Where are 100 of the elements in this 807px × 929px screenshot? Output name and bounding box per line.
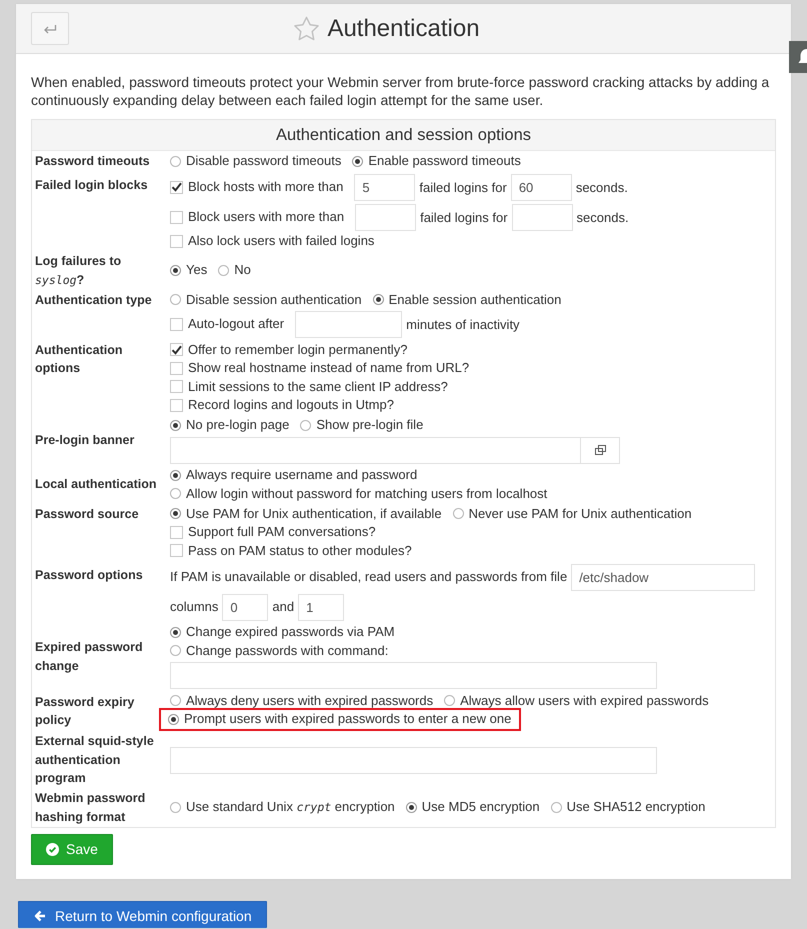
checkbox[interactable] <box>170 398 183 412</box>
checkbox[interactable] <box>170 544 183 558</box>
text-field[interactable]: 1 <box>298 594 344 620</box>
radio-option[interactable]: Prompt users with expired passwords to enter a new one <box>168 710 512 728</box>
radio-button[interactable] <box>406 802 417 813</box>
radio-button[interactable] <box>372 294 384 306</box>
inline-text: seconds. <box>576 180 628 194</box>
field-label: Webmin password hashing format <box>34 790 146 826</box>
radio-option[interactable]: Enable password timeouts <box>352 152 521 170</box>
return-button[interactable]: Return to Webmin configuration <box>18 900 267 928</box>
text-field[interactable] <box>170 436 581 464</box>
radio-button[interactable] <box>550 802 562 813</box>
field-label: Expired password change <box>34 639 144 675</box>
radio-option[interactable]: Use standard Unix crypt encryption <box>170 798 395 817</box>
text-field[interactable]: 5 <box>354 174 416 201</box>
radio-button[interactable] <box>168 714 179 725</box>
radio-option[interactable]: Show pre-login file <box>300 416 424 434</box>
radio-button[interactable] <box>170 626 181 638</box>
checkbox-option[interactable]: Limit sessions to the same client IP address? <box>170 378 448 396</box>
checkbox[interactable] <box>170 380 183 394</box>
radio-option[interactable]: Disable password timeouts <box>170 152 342 170</box>
checkbox-option[interactable]: Auto-logout after <box>170 314 284 334</box>
radio-button[interactable] <box>170 420 181 431</box>
field-label: Log failures to syslog? <box>34 253 122 288</box>
description-text: When enabled, password timeouts protect your Webmin server from brute-force password cracking attacks by adding a continuously expanding delay between each failed login attempt for the same user. <box>31 73 770 110</box>
text-field[interactable] <box>512 204 573 231</box>
radio-button[interactable] <box>170 156 181 167</box>
notification-button[interactable] <box>789 41 807 73</box>
text-field[interactable] <box>295 311 402 338</box>
arrow-left-icon <box>34 910 46 922</box>
check-circle-icon <box>46 842 59 856</box>
checkbox-option[interactable]: Show real hostname instead of name from URL? <box>170 359 470 378</box>
radio-option[interactable]: Always allow users with expired passwords <box>444 692 709 710</box>
inline-text: columns <box>170 599 218 614</box>
field-label: Pre-login banner <box>34 432 136 449</box>
checkbox-option[interactable]: Block users with more than <box>170 208 344 226</box>
inline-text: failed logins for <box>419 180 507 194</box>
checkbox-option[interactable]: Support full PAM conversations? <box>170 523 376 542</box>
checkbox[interactable] <box>170 362 183 375</box>
text-field[interactable]: 60 <box>510 174 572 201</box>
back-button[interactable] <box>31 12 69 45</box>
field-label: Password source <box>34 506 140 522</box>
checkbox[interactable] <box>170 180 183 194</box>
radio-button[interactable] <box>170 470 181 481</box>
checkbox[interactable] <box>170 210 183 224</box>
radio-option[interactable]: No pre-login page <box>170 416 290 434</box>
return-icon <box>43 24 57 34</box>
radio-option[interactable]: Use MD5 encryption <box>406 798 540 817</box>
radio-button[interactable] <box>170 695 181 706</box>
radio-button[interactable] <box>452 508 464 520</box>
checkbox[interactable] <box>170 318 183 330</box>
field-label: Authentication type <box>34 292 153 309</box>
radio-button[interactable] <box>170 488 181 500</box>
radio-button[interactable] <box>170 802 181 813</box>
text-field[interactable] <box>170 662 657 689</box>
radio-button[interactable] <box>300 420 312 431</box>
checkbox[interactable] <box>170 526 183 539</box>
radio-button[interactable] <box>352 156 364 167</box>
checkbox[interactable] <box>170 343 183 356</box>
radio-button[interactable] <box>170 508 181 520</box>
radio-option[interactable]: Change expired passwords via PAM <box>170 623 395 642</box>
checkbox-option[interactable]: Block hosts with more than <box>170 178 344 196</box>
inline-text: minutes of inactivity <box>406 316 520 332</box>
file-chooser-button[interactable] <box>581 436 620 464</box>
radio-button[interactable] <box>170 265 181 276</box>
radio-button[interactable] <box>218 265 230 276</box>
text-field[interactable]: 0 <box>222 594 268 620</box>
field-label: Authentication options <box>34 342 124 377</box>
checkbox-option[interactable]: Pass on PAM status to other modules? <box>170 542 412 560</box>
text-field[interactable] <box>170 746 657 774</box>
checkbox-option[interactable]: Record logins and logouts in Utmp? <box>170 396 394 414</box>
radio-option[interactable]: Change passwords with command: <box>170 642 388 660</box>
checkbox-option[interactable]: Also lock users with failed logins <box>170 232 374 250</box>
inline-text: seconds. <box>576 210 629 224</box>
inline-text: If PAM is unavailable or disabled, read users and passwords from file <box>170 569 568 584</box>
radio-option[interactable]: Disable session authentication <box>170 290 362 309</box>
page-title: Authentication <box>327 14 480 42</box>
radio-option[interactable]: Allow login without password for matching users from localhost <box>170 484 548 503</box>
radio-button[interactable] <box>444 695 456 706</box>
radio-option[interactable]: Yes <box>170 261 208 280</box>
radio-button[interactable] <box>170 294 181 306</box>
field-label: Password options <box>34 566 144 584</box>
checkbox[interactable] <box>170 234 183 248</box>
star-icon[interactable] <box>293 16 320 42</box>
field-label: External squid-style authentication program <box>34 733 155 787</box>
radio-option[interactable]: Always deny users with expired passwords <box>170 692 434 710</box>
field-label: Password timeouts <box>34 153 151 170</box>
radio-button[interactable] <box>170 645 181 656</box>
radio-option[interactable]: Never use PAM for Unix authentication <box>452 504 692 523</box>
text-field[interactable]: /etc/shadow <box>571 564 756 590</box>
radio-option[interactable]: No <box>218 261 251 280</box>
field-label: Local authentication <box>34 476 158 494</box>
radio-option[interactable]: Always require username and password <box>170 466 418 484</box>
field-label: Password expiry policy <box>34 694 136 729</box>
radio-option[interactable]: Use SHA512 encryption <box>550 798 706 817</box>
checkbox-option[interactable]: Offer to remember login permanently? <box>170 340 408 359</box>
radio-option[interactable]: Use PAM for Unix authentication, if available <box>170 504 442 523</box>
text-field[interactable] <box>355 204 416 231</box>
table-title: Authentication and session options <box>32 120 775 151</box>
radio-option[interactable]: Enable session authentication <box>372 290 562 309</box>
